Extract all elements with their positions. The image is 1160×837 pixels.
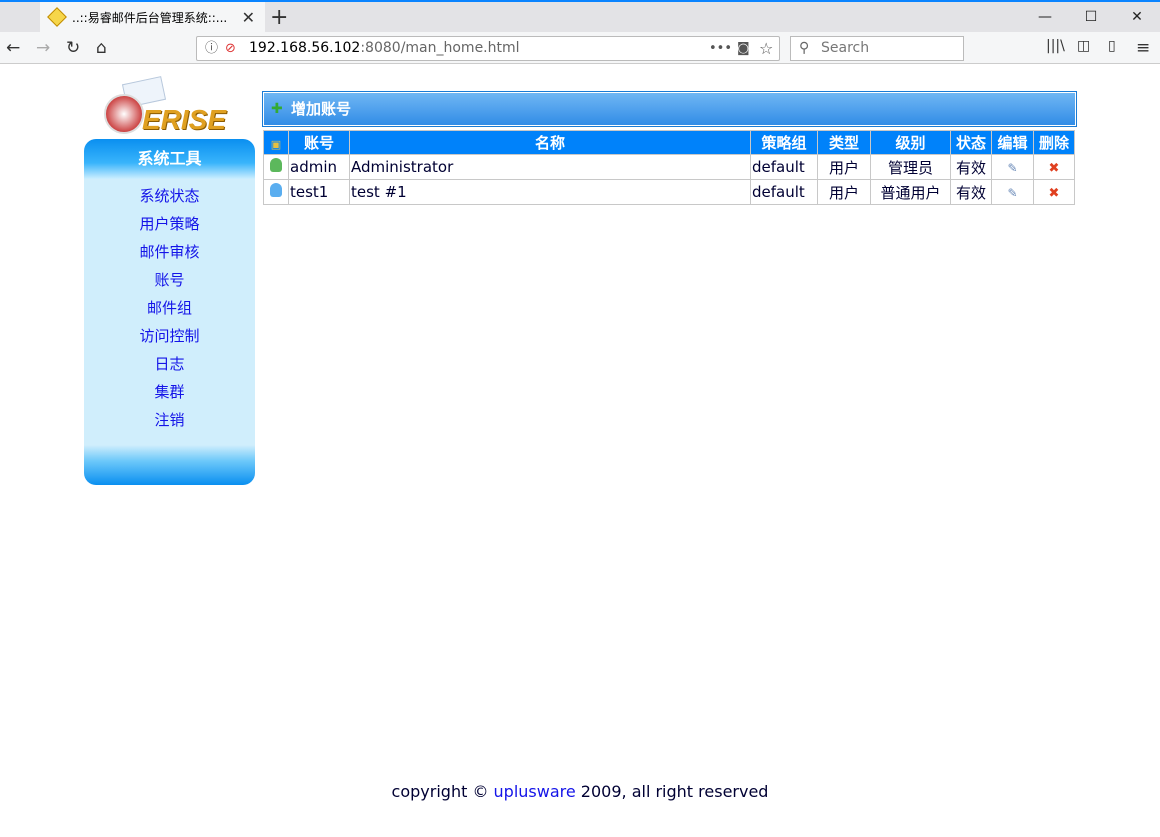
tab-bar: ..::易睿邮件后台管理系统::... ✕ + — ☐ ✕ bbox=[0, 0, 1160, 32]
maximize-icon[interactable]: ☐ bbox=[1068, 2, 1114, 32]
sidebar-item-mail-audit[interactable]: 邮件审核 bbox=[84, 241, 255, 269]
header-delete: 删除 bbox=[1033, 130, 1075, 155]
forward-icon[interactable]: → bbox=[36, 38, 50, 58]
footer-rest: 2009, all right reserved bbox=[575, 782, 769, 801]
accounts-table: ▣ 账号 名称 策略组 类型 级别 状态 编辑 删除 admin Adminis… bbox=[263, 130, 1075, 205]
sidebar-toggle-icon[interactable]: ◫ bbox=[1077, 38, 1090, 54]
status-cell: 有效 bbox=[950, 154, 992, 180]
type-cell: 用户 bbox=[817, 154, 871, 180]
close-window-icon[interactable]: ✕ bbox=[1114, 2, 1160, 32]
footer: copyright © uplusware 2009, all right re… bbox=[0, 782, 1160, 801]
account-cell: admin bbox=[288, 154, 350, 180]
account-cell: test1 bbox=[288, 179, 350, 205]
more-icon[interactable]: ••• bbox=[709, 37, 732, 60]
header-account: 账号 bbox=[288, 130, 350, 155]
favicon-icon bbox=[47, 7, 67, 27]
sidebar: 系统工具 系统状态 用户策略 邮件审核 账号 邮件组 访问控制 日志 集群 注销 bbox=[84, 139, 255, 485]
add-account-label: 增加账号 bbox=[291, 100, 352, 118]
mobile-icon[interactable]: ▯ bbox=[1108, 38, 1116, 54]
header-type: 类型 bbox=[817, 130, 871, 155]
header-icon: ▣ bbox=[263, 130, 289, 155]
search-input[interactable]: ⚲ Search bbox=[790, 36, 964, 61]
window-controls: — ☐ ✕ bbox=[1022, 2, 1160, 32]
user-icon bbox=[263, 179, 289, 205]
policy-cell: default bbox=[750, 179, 818, 205]
pocket-icon[interactable]: ◙ bbox=[737, 37, 750, 60]
level-cell: 管理员 bbox=[870, 154, 951, 180]
table-header: ▣ 账号 名称 策略组 类型 级别 状态 编辑 删除 bbox=[263, 130, 1075, 155]
policy-cell: default bbox=[750, 154, 818, 180]
url-path: :8080/man_home.html bbox=[360, 40, 520, 56]
sidebar-item-accounts[interactable]: 账号 bbox=[84, 269, 255, 297]
header-status: 状态 bbox=[950, 130, 992, 155]
sidebar-item-user-policy[interactable]: 用户策略 bbox=[84, 213, 255, 241]
users-icon bbox=[104, 94, 144, 134]
sidebar-item-logs[interactable]: 日志 bbox=[84, 353, 255, 381]
url-bar[interactable]: ⓘ ⊘ 192.168.56.102:8080/man_home.html ••… bbox=[196, 36, 780, 61]
erise-logo: ERISE bbox=[100, 76, 235, 136]
table-row: admin Administrator default 用户 管理员 有效 ✎ … bbox=[263, 154, 1075, 180]
status-cell: 有效 bbox=[950, 179, 992, 205]
search-placeholder: Search bbox=[821, 40, 870, 56]
name-cell: test #1 bbox=[349, 179, 751, 205]
sidebar-title: 系统工具 bbox=[84, 139, 255, 179]
add-account-button[interactable]: ✚ 增加账号 bbox=[262, 91, 1077, 127]
home-icon[interactable]: ⌂ bbox=[96, 38, 107, 58]
edit-icon[interactable]: ✎ bbox=[991, 154, 1034, 180]
edit-icon[interactable]: ✎ bbox=[991, 179, 1034, 205]
header-level: 级别 bbox=[870, 130, 951, 155]
insecure-lock-icon: ⊘ bbox=[225, 41, 236, 56]
close-tab-icon[interactable]: ✕ bbox=[242, 8, 255, 27]
url-host: 192.168.56.102 bbox=[249, 40, 361, 56]
browser-tab[interactable]: ..::易睿邮件后台管理系统::... ✕ bbox=[40, 0, 265, 32]
delete-icon[interactable]: ✖ bbox=[1033, 179, 1075, 205]
sidebar-item-logout[interactable]: 注销 bbox=[84, 409, 255, 437]
table-row: test1 test #1 default 用户 普通用户 有效 ✎ ✖ bbox=[263, 179, 1075, 205]
search-icon: ⚲ bbox=[799, 40, 810, 56]
reload-icon[interactable]: ↻ bbox=[66, 38, 80, 58]
level-cell: 普通用户 bbox=[870, 179, 951, 205]
sidebar-item-system-status[interactable]: 系统状态 bbox=[84, 185, 255, 213]
type-cell: 用户 bbox=[817, 179, 871, 205]
menu-icon[interactable]: ≡ bbox=[1136, 38, 1150, 58]
info-icon[interactable]: ⓘ bbox=[205, 37, 218, 60]
uplusware-link[interactable]: uplusware bbox=[494, 782, 576, 801]
name-cell: Administrator bbox=[349, 154, 751, 180]
sidebar-item-cluster[interactable]: 集群 bbox=[84, 381, 255, 409]
plus-icon: ✚ bbox=[271, 101, 283, 117]
sidebar-item-access-control[interactable]: 访问控制 bbox=[84, 325, 255, 353]
tab-title: ..::易睿邮件后台管理系统::... bbox=[72, 10, 228, 25]
minimize-icon[interactable]: — bbox=[1022, 2, 1068, 32]
library-icon[interactable]: |||\ bbox=[1046, 38, 1065, 54]
logo-text: ERISE bbox=[142, 104, 227, 135]
sidebar-item-mail-groups[interactable]: 邮件组 bbox=[84, 297, 255, 325]
bookmark-star-icon[interactable]: ☆ bbox=[759, 37, 773, 60]
nav-bar: ← → ↻ ⌂ ⓘ ⊘ 192.168.56.102:8080/man_home… bbox=[0, 32, 1160, 64]
back-icon[interactable]: ← bbox=[6, 38, 20, 58]
sidebar-footer bbox=[84, 445, 255, 485]
user-icon bbox=[263, 154, 289, 180]
header-edit: 编辑 bbox=[991, 130, 1034, 155]
footer-copyright: copyright © bbox=[391, 782, 494, 801]
delete-icon[interactable]: ✖ bbox=[1033, 154, 1075, 180]
new-tab-button[interactable]: + bbox=[270, 5, 288, 30]
header-name: 名称 bbox=[349, 130, 751, 155]
header-policy: 策略组 bbox=[750, 130, 818, 155]
